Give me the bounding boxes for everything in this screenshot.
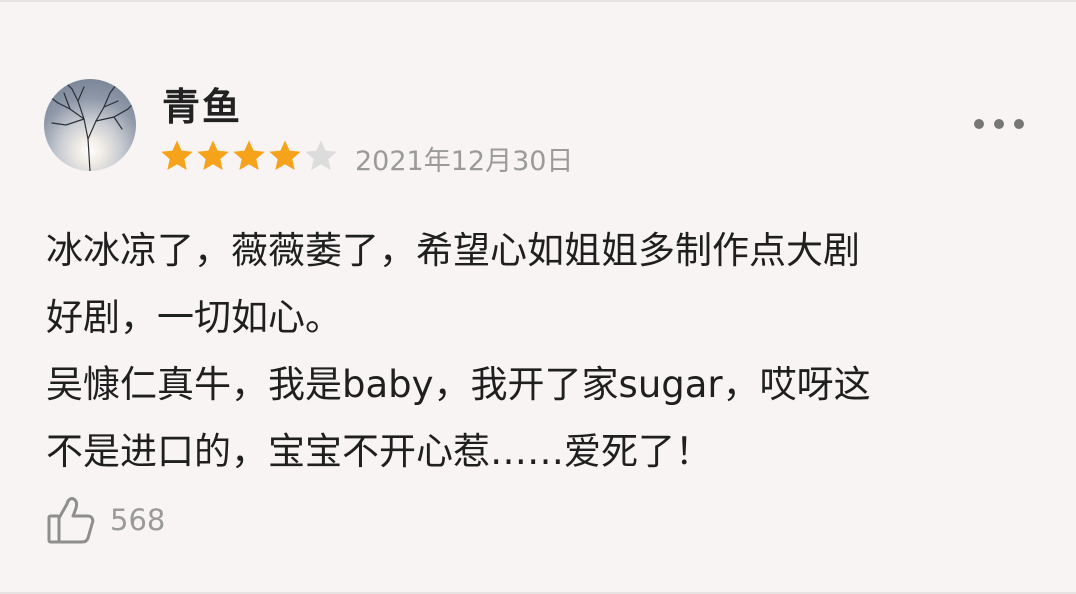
rating-stars bbox=[160, 139, 338, 172]
star-filled-icon bbox=[161, 140, 193, 170]
review-text-line: 冰冰凉了，薇薇萎了，希望心如姐姐多制作点大剧 bbox=[46, 229, 860, 272]
avatar-tree-image bbox=[49, 82, 135, 171]
star-empty-icon bbox=[305, 140, 337, 170]
star-filled-icon bbox=[233, 140, 265, 170]
more-dots-icon bbox=[974, 119, 984, 129]
review-text-line: 不是进口的，宝宝不开心惹……爱死了！ bbox=[46, 430, 712, 473]
more-dots-icon bbox=[994, 119, 1004, 129]
thumbs-up-icon bbox=[47, 497, 95, 544]
star-filled-icon bbox=[269, 140, 301, 170]
like-button[interactable]: 568 bbox=[46, 494, 165, 546]
review-text-line: 吴慷仁真牛，我是baby，我开了家sugar，哎呀这 bbox=[46, 363, 871, 406]
like-count: 568 bbox=[110, 503, 166, 537]
star-filled-icon bbox=[197, 140, 229, 170]
more-options-button[interactable] bbox=[974, 116, 1024, 132]
more-dots-icon bbox=[1014, 119, 1024, 129]
username[interactable]: 青鱼 bbox=[162, 76, 242, 131]
avatar[interactable] bbox=[44, 79, 136, 171]
review-content: 冰冰凉了，薇薇萎了，希望心如姐姐多制作点大剧 好剧，一切如心。 吴慷仁真牛，我是… bbox=[46, 217, 1046, 485]
review-date: 2021年12月30日 bbox=[355, 146, 574, 177]
review-card: 青鱼 2021年12月30日 冰冰凉了，薇薇萎了，希望心如姐姐多制作点大剧 好剧… bbox=[0, 0, 1076, 594]
review-text-line: 好剧，一切如心。 bbox=[46, 296, 342, 339]
